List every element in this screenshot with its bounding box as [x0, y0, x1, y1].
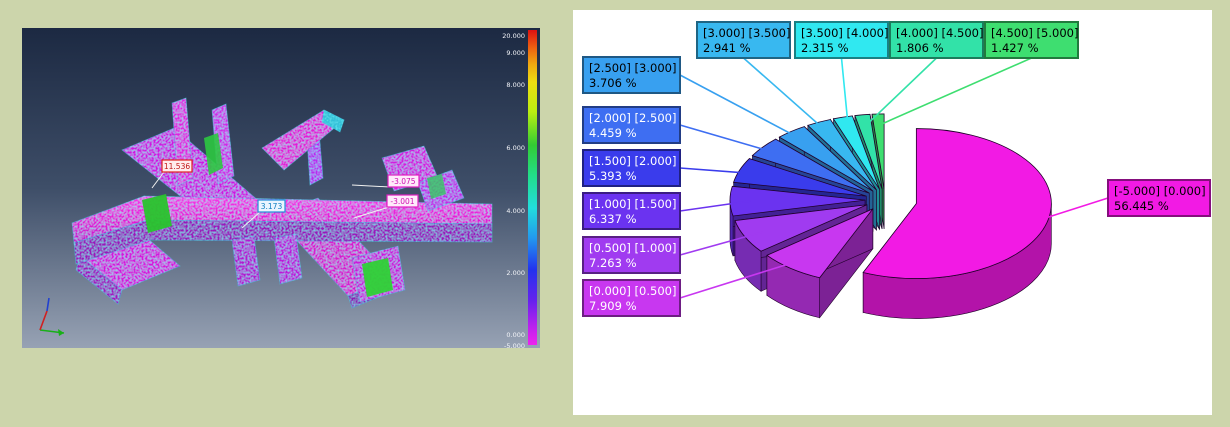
color-scale-tick: 0.000 [506, 331, 525, 339]
pie-label-range: [0.500] [1.000] [589, 241, 676, 255]
pie-label-range: [2.000] [2.500] [589, 111, 676, 125]
deviation-3d-canvas: 20.000 9.000 8.000 6.000 4.000 2.000 0.000 -5.0… [22, 28, 540, 348]
pie-label-percent: 56.445 % [1114, 199, 1169, 213]
pie-label-percent: 7.263 % [589, 256, 637, 270]
pie-label-range: [1.500] [2.000] [589, 154, 676, 168]
color-scale-tick: -5.000 [504, 342, 525, 348]
pie-3d [730, 114, 1051, 319]
pie-label-percent: 3.706 % [589, 76, 637, 90]
annotation-value: -3.075 [391, 177, 415, 186]
pie-label-leader [744, 58, 828, 132]
pie-label-range: [1.000] [1.500] [589, 197, 676, 211]
pie-label-range: [-5.000] [0.000] [1114, 184, 1206, 198]
annotation-value: 3.173 [261, 202, 283, 211]
color-scale-tick: 9.000 [506, 49, 525, 57]
pie-label-percent: 2.941 % [703, 41, 751, 55]
color-scale-tick: 20.000 [502, 32, 525, 40]
pie-label-percent: 6.337 % [589, 212, 637, 226]
pie-label-range: [2.500] [3.000] [589, 61, 676, 75]
deviation-histogram-pie-panel: [-5.000] [0.000]56.445 %[0.000] [0.500]7… [573, 10, 1212, 415]
pie-label-range: [3.000] [3.500] [703, 26, 790, 40]
pie-label-range: [0.000] [0.500] [589, 284, 676, 298]
pie-label-percent: 1.806 % [896, 41, 944, 55]
pie-label-percent: 7.909 % [589, 299, 637, 313]
pie-label-percent: 5.393 % [589, 169, 637, 183]
pie-label-range: [3.500] [4.000] [801, 26, 888, 40]
pie-label-percent: 1.427 % [991, 41, 1039, 55]
color-scale-tick: 6.000 [506, 144, 525, 152]
annotation-value: 11.536 [164, 162, 190, 171]
annotation-value: -3.001 [390, 197, 414, 206]
color-scale-tick: 4.000 [506, 207, 525, 215]
deviation-3d-view: 20.000 9.000 8.000 6.000 4.000 2.000 0.000 -5.0… [22, 28, 540, 348]
pie-label-percent: 4.459 % [589, 126, 637, 140]
pie-label-range: [4.500] [5.000] [991, 26, 1078, 40]
pie-label-leader [680, 125, 779, 154]
pie-label-leader [1045, 198, 1108, 218]
color-scale-tick: 8.000 [506, 81, 525, 89]
color-scale-tick: 2.000 [506, 269, 525, 277]
pie-label-percent: 2.315 % [801, 41, 849, 55]
viewport-background [22, 28, 540, 348]
color-scale-bar [528, 30, 537, 345]
pie-chart-canvas: [-5.000] [0.000]56.445 %[0.000] [0.500]7… [573, 10, 1212, 415]
pie-label-range: [4.000] [4.500] [896, 26, 983, 40]
